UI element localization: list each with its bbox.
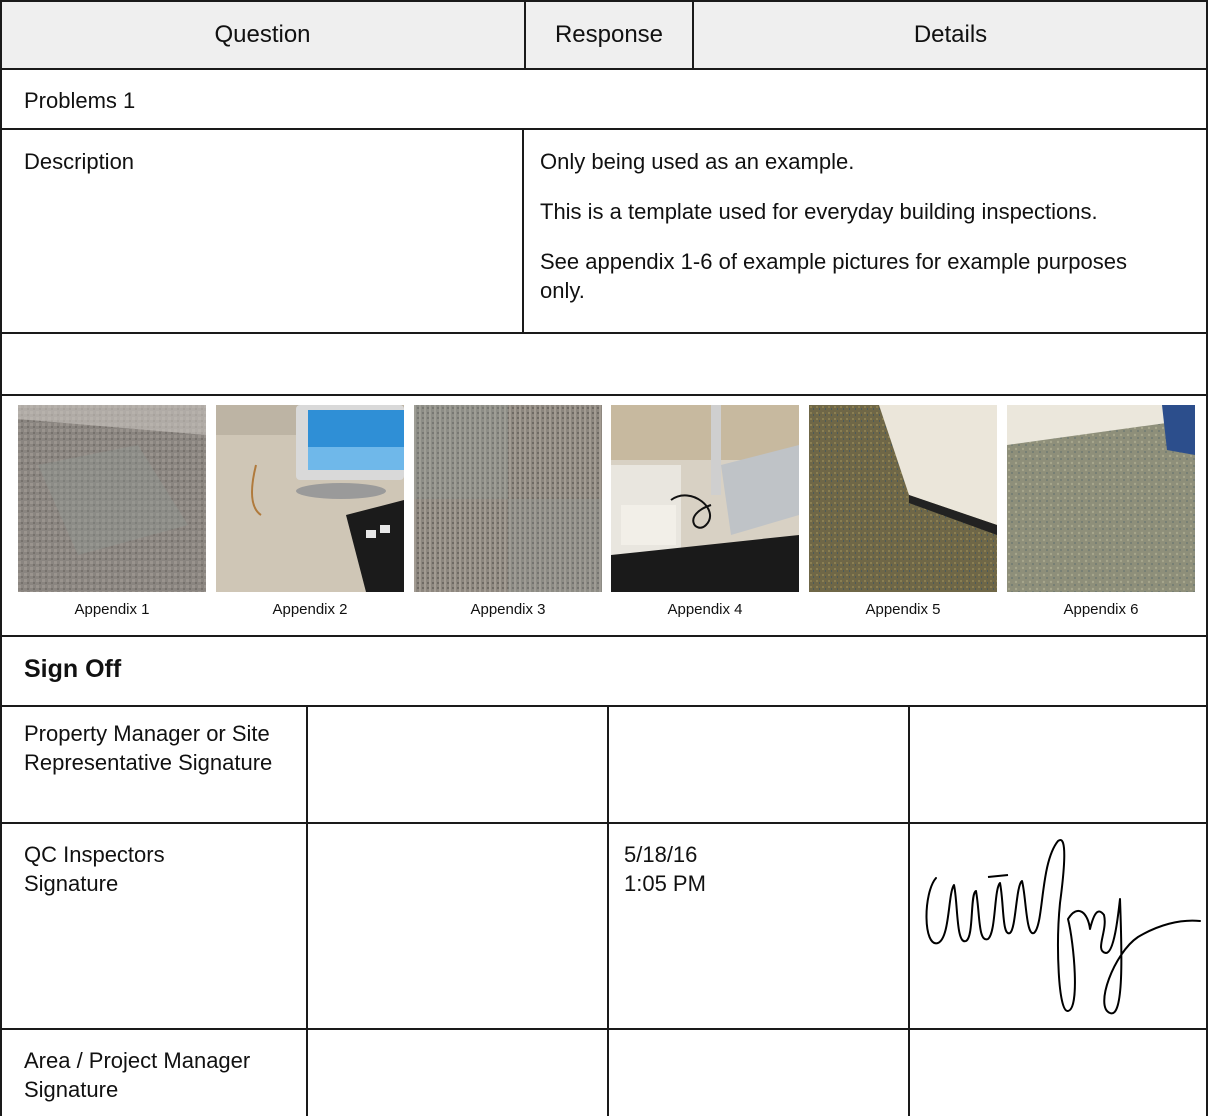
sign-off-time: 1:05 PM — [624, 871, 706, 896]
appendix-photo-6 — [1007, 405, 1195, 592]
description-paragraph: Only being used as an example. — [540, 149, 855, 174]
appendix-caption-3: Appendix 3 — [470, 601, 546, 618]
appendix-photo-1 — [18, 405, 206, 592]
description-label: Description — [24, 149, 135, 174]
problems-title: Problems 1 — [24, 88, 136, 113]
appendix-caption-2: Appendix 2 — [272, 601, 348, 618]
appendix-photo-5 — [809, 405, 997, 592]
appendix-caption-5: Appendix 5 — [865, 601, 941, 618]
header-question: Question — [214, 20, 311, 48]
appendix-caption-4: Appendix 4 — [667, 601, 743, 618]
description-paragraph: This is a template used for everyday bui… — [540, 199, 1098, 224]
sign-off-title: Sign Off — [24, 655, 122, 683]
header-response: Response — [554, 20, 664, 48]
appendix-caption-6: Appendix 6 — [1063, 601, 1139, 618]
header-details: Details — [913, 20, 988, 48]
appendix-photo-2 — [216, 405, 404, 592]
appendix-caption-1: Appendix 1 — [74, 601, 150, 618]
sign-off-row-label: QC Inspectors Signature — [24, 842, 165, 896]
description-details: Only being used as an example. This is a… — [540, 147, 1190, 326]
sign-off-row-label: Property Manager or Site Representative … — [24, 721, 273, 775]
appendix-photo-4 — [611, 405, 799, 592]
description-paragraph: See appendix 1-6 of example pictures for… — [540, 249, 1128, 303]
sign-off-row-label: Area / Project Manager Signature — [24, 1048, 251, 1102]
qc-signature — [925, 838, 1201, 1015]
sign-off-date: 5/18/16 — [624, 842, 698, 867]
appendix-photo-3 — [414, 405, 602, 592]
